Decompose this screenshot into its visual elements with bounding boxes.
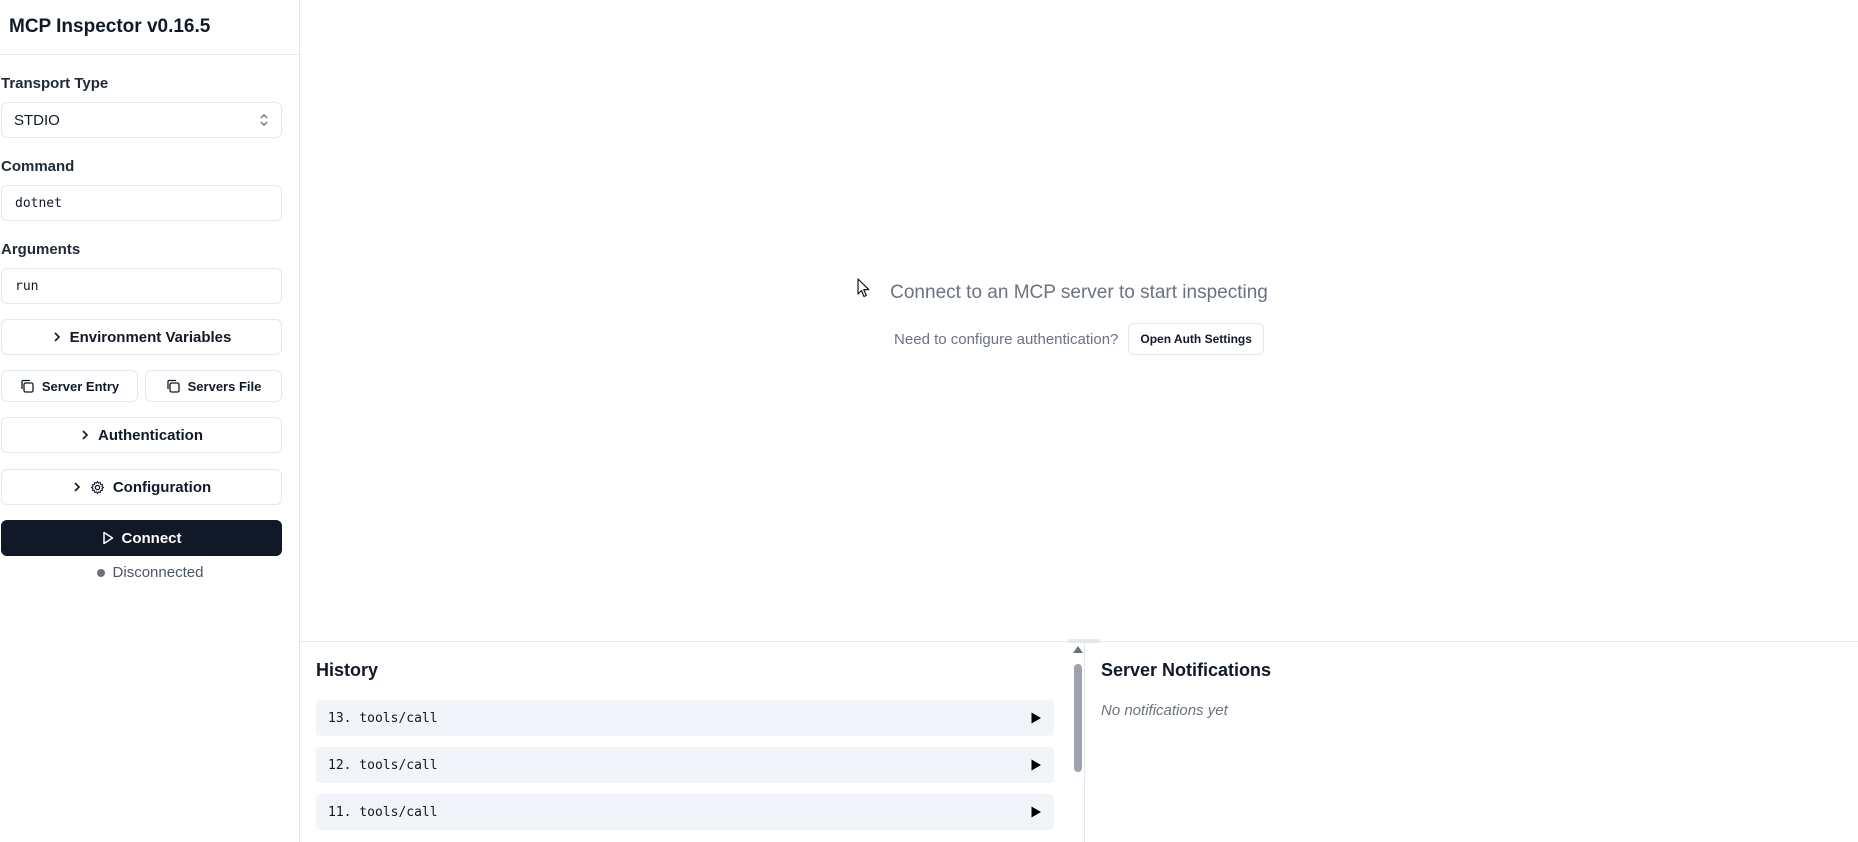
copy-icon	[166, 379, 180, 393]
history-item[interactable]: 11. tools/call	[316, 794, 1054, 830]
no-notifications-text: No notifications yet	[1101, 702, 1228, 719]
auth-prompt-text: Need to configure authentication?	[894, 330, 1119, 348]
command-input[interactable]: dotnet	[1, 185, 282, 221]
sidebar-header: MCP Inspector v0.16.5	[0, 0, 299, 55]
servers-file-label: Servers File	[187, 378, 262, 394]
scrollbar-thumb[interactable]	[1074, 664, 1082, 772]
expand-arrow-icon	[1030, 711, 1042, 725]
app-title: MCP Inspector v0.16.5	[9, 16, 211, 37]
connect-message: Connect to an MCP server to start inspec…	[890, 282, 1268, 303]
sidebar: MCP Inspector v0.16.5 Transport Type STD…	[0, 0, 300, 842]
authentication-button[interactable]: Authentication	[1, 417, 282, 453]
app-root: MCP Inspector v0.16.5 Transport Type STD…	[0, 0, 1858, 842]
servers-file-button[interactable]: Servers File	[145, 370, 282, 402]
server-notifications-title: Server Notifications	[1101, 660, 1272, 680]
arguments-label: Arguments	[1, 241, 81, 258]
server-entry-button[interactable]: Server Entry	[1, 370, 138, 402]
auth-prompt-row: Need to configure authentication? Open A…	[300, 323, 1858, 355]
bottom-panel: History 13. tools/call 12. tools/call 11…	[300, 639, 1858, 842]
environment-variables-button[interactable]: Environment Variables	[1, 319, 282, 355]
history-scrollbar[interactable]	[1070, 642, 1085, 842]
arguments-value: run	[15, 278, 39, 294]
history-item[interactable]: 13. tools/call	[316, 700, 1054, 736]
connection-status-text: Disconnected	[112, 564, 204, 581]
history-panel: History 13. tools/call 12. tools/call 11…	[300, 642, 1085, 842]
command-value: dotnet	[15, 195, 62, 211]
authentication-label: Authentication	[98, 426, 203, 444]
transport-type-select[interactable]: STDIO	[1, 102, 282, 138]
chevron-up-down-icon	[259, 113, 269, 127]
configuration-label: Configuration	[112, 478, 212, 496]
mouse-cursor-icon	[857, 278, 871, 303]
gear-icon	[90, 480, 105, 495]
connect-button[interactable]: Connect	[1, 520, 282, 556]
environment-variables-label: Environment Variables	[69, 328, 232, 346]
command-label: Command	[1, 158, 75, 175]
history-item-label: 13. tools/call	[328, 710, 438, 726]
history-item-label: 11. tools/call	[328, 804, 438, 820]
chevron-right-icon	[72, 481, 82, 493]
play-icon	[102, 531, 114, 545]
chevron-right-icon	[80, 429, 90, 441]
chevron-right-icon	[52, 331, 62, 343]
scroll-up-arrow-icon[interactable]	[1073, 646, 1083, 653]
history-title: History	[316, 660, 379, 680]
status-dot-icon	[96, 568, 105, 577]
server-entry-label: Server Entry	[41, 378, 120, 394]
arguments-input[interactable]: run	[1, 268, 282, 304]
transport-type-label: Transport Type	[1, 75, 109, 92]
transport-type-value: STDIO	[14, 111, 60, 129]
expand-arrow-icon	[1030, 758, 1042, 772]
connect-label: Connect	[121, 529, 182, 547]
open-auth-settings-button[interactable]: Open Auth Settings	[1128, 323, 1264, 355]
main-content: Connect to an MCP server to start inspec…	[300, 0, 1858, 641]
copy-icon	[20, 379, 34, 393]
configuration-button[interactable]: Configuration	[1, 469, 282, 505]
history-item[interactable]: 12. tools/call	[316, 747, 1054, 783]
connection-status: Disconnected	[0, 564, 300, 581]
expand-arrow-icon	[1030, 805, 1042, 819]
history-item-label: 12. tools/call	[328, 757, 438, 773]
server-notifications-panel: Server Notifications No notifications ye…	[1085, 642, 1858, 842]
